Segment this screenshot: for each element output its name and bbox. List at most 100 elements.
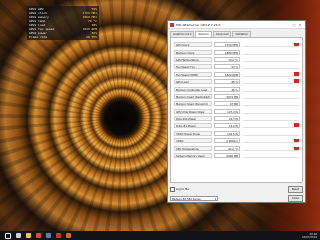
- sensor-label[interactable]: System Memory Used: [174, 153, 212, 159]
- sensor-row: Memory Clock 1860 MHz: [174, 48, 299, 55]
- sensor-value: 1820 RPM: [214, 71, 240, 77]
- sensor-label[interactable]: VDDC Power Draw: [174, 130, 212, 136]
- sensor-label[interactable]: CPU Temperature: [174, 145, 212, 151]
- window-titlebar[interactable]: MSI Afterburner GPU-Z 2.24.0 – □ ✕: [168, 21, 305, 29]
- system-clock[interactable]: 20:46 03/07/2019: [302, 233, 317, 239]
- checkbox-box[interactable]: [170, 187, 175, 192]
- sensor-row: CPU Temperature 62.0 °C: [174, 144, 299, 151]
- sensor-value: 98 %: [214, 79, 240, 85]
- sensor-graph: [243, 153, 299, 159]
- osd-overlay: GPU1 GPU 59% GPU2 clock 1759 MHz GPU1 memory…: [27, 6, 99, 40]
- sensor-row: Memory Controller Load 38 %: [174, 85, 299, 92]
- gpu-select-dropdown[interactable]: Radeon RX 580 Series ▾: [170, 196, 218, 201]
- sensor-graph: [243, 93, 299, 99]
- sensor-label[interactable]: GPU Clock: [174, 42, 212, 48]
- sensor-label[interactable]: Memory Clock: [174, 49, 212, 55]
- sensor-graph: [243, 101, 299, 107]
- window-title: MSI Afterburner GPU-Z 2.24.0: [176, 22, 221, 27]
- sensor-label[interactable]: Memory Used (Dynamic): [174, 101, 212, 107]
- search-icon[interactable]: [16, 233, 21, 238]
- sensor-graph: [243, 42, 299, 48]
- sensor-label[interactable]: Memory Used (Dedicated): [174, 93, 212, 99]
- sensor-label[interactable]: Memory Controller Load: [174, 86, 212, 92]
- sensor-value: 0.9560 V: [214, 138, 240, 144]
- sensor-label[interactable]: GPU Chip Power Draw: [174, 108, 212, 114]
- sensor-row: Memory Used (Dynamic) 47 MB: [174, 100, 299, 107]
- clock-date: 03/07/2019: [302, 235, 317, 239]
- sensor-value: 70.0 °C: [214, 56, 240, 62]
- sensor-graph: [243, 116, 299, 122]
- sensors-panel: GPU Clock 1759 MHz Memory Clock 1860 MHz GPU…: [170, 37, 303, 183]
- sensor-row: GPU Temperature 70.0 °C: [174, 56, 299, 63]
- taskbar: 20:46 03/07/2019: [0, 231, 320, 240]
- sensor-value: 47 MB: [214, 101, 240, 107]
- explorer-icon[interactable]: [26, 233, 31, 238]
- sensor-value: 18.3 W: [214, 116, 240, 122]
- sensor-graph-bar: [294, 79, 299, 84]
- gpu-z-icon[interactable]: [56, 233, 61, 238]
- game-icon[interactable]: [66, 233, 71, 238]
- sensor-label[interactable]: GPU Load: [174, 79, 212, 85]
- sensor-value: 38 %: [214, 86, 240, 92]
- gpu-select-value: Radeon RX 580 Series: [172, 198, 201, 201]
- sensor-label[interactable]: 8-Pin #1 Power: [174, 123, 212, 129]
- sensor-graph-bar: [294, 146, 299, 150]
- sensor-value: 62.0 °C: [214, 145, 240, 151]
- sensor-graph-bar: [294, 123, 299, 128]
- sensor-row: VDDC 0.9560 V: [174, 137, 299, 144]
- chrome-icon[interactable]: [36, 233, 41, 238]
- sensor-label[interactable]: PCIe Slot Power: [174, 116, 212, 122]
- sensor-graph: [243, 145, 299, 151]
- sensor-label[interactable]: Fan Speed (RPM): [174, 71, 212, 77]
- sensor-graph: [243, 138, 299, 144]
- log-to-file-checkbox[interactable]: Log to file: [170, 187, 189, 192]
- sensor-graph: [243, 123, 299, 129]
- sensor-graph: [243, 71, 299, 77]
- reset-button[interactable]: Reset: [287, 186, 303, 193]
- sensor-label[interactable]: GPU Temperature: [174, 56, 212, 62]
- sensor-graph: [243, 49, 299, 55]
- tab-advanced[interactable]: Advanced: [212, 31, 232, 37]
- sensor-row: Fan Speed (RPM) 1820 RPM: [174, 71, 299, 78]
- log-to-file-label: Log to file: [176, 188, 189, 191]
- sensor-row: GPU Load 98 %: [174, 78, 299, 85]
- sensor-window: MSI Afterburner GPU-Z 2.24.0 – □ ✕ Graph…: [167, 20, 306, 203]
- sensor-value: 59 %: [214, 64, 240, 70]
- log-controls: Log to file Reset: [170, 186, 303, 193]
- tab-validation[interactable]: Validation: [232, 31, 252, 37]
- osd-row: Frame rate 60 FPS: [29, 35, 97, 39]
- sensor-graph-bar: [294, 71, 299, 76]
- sensor-graph: [243, 130, 299, 136]
- close-button[interactable]: ✕: [297, 23, 303, 27]
- sensor-row: 8-Pin #1 Power 74.2 W: [174, 122, 299, 129]
- close-dialog-button[interactable]: Close: [287, 195, 303, 202]
- osd-label: Frame rate: [29, 35, 48, 39]
- sensor-value: 6982 MB: [214, 153, 240, 159]
- sensor-row: VDDC Power Draw 104.5 W: [174, 130, 299, 137]
- sensor-graph: [243, 79, 299, 85]
- sensor-graph: [243, 56, 299, 62]
- start-icon[interactable]: [5, 232, 11, 239]
- tab-graphics-card[interactable]: Graphics Card: [170, 31, 195, 37]
- tab-sensors[interactable]: Sensors: [195, 31, 212, 37]
- sensor-value: 1860 MHz: [214, 49, 240, 55]
- sensor-label[interactable]: Fan Speed (%): [174, 64, 212, 70]
- sensor-graph-bar: [294, 139, 299, 143]
- sensor-graph: [243, 64, 299, 70]
- chevron-down-icon: ▾: [214, 198, 216, 201]
- sensor-row: Memory Used (Dedicated) 5672 MB: [174, 93, 299, 100]
- sensor-graph: [243, 108, 299, 114]
- sensor-row: Fan Speed (%) 59 %: [174, 63, 299, 70]
- sensor-value: 1759 MHz: [214, 42, 240, 48]
- osd-value: 60 FPS: [86, 35, 97, 39]
- sensor-value: 127.4 W: [214, 108, 240, 114]
- sensor-graph: [243, 86, 299, 92]
- sensor-value: 104.5 W: [214, 130, 240, 136]
- steam-icon[interactable]: [46, 233, 51, 238]
- sensor-value: 74.2 W: [214, 123, 240, 129]
- app-logo-icon: [170, 22, 174, 27]
- sensor-label[interactable]: VDDC: [174, 138, 212, 144]
- sensor-row: System Memory Used 6982 MB: [174, 152, 299, 159]
- sensor-row: GPU Clock 1759 MHz: [174, 41, 299, 48]
- sensor-graph-bar: [294, 43, 299, 47]
